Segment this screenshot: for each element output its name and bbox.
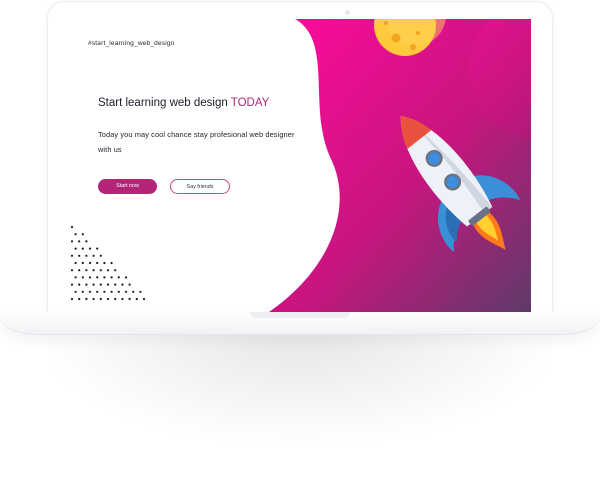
pattern-dot	[103, 276, 106, 279]
pattern-dot	[92, 283, 95, 286]
hashtag-label: #start_learning_web_design	[88, 40, 175, 47]
pattern-dot	[99, 254, 102, 257]
stage: #start_learning_web_design Start learnin…	[0, 0, 600, 485]
hero-background	[70, 19, 531, 312]
pattern-dot	[110, 290, 113, 293]
pattern-dot	[81, 276, 84, 279]
pattern-dot	[114, 283, 117, 286]
dot-pattern	[70, 225, 146, 301]
pattern-dot	[96, 276, 99, 279]
pattern-dot	[70, 254, 74, 257]
page-title: Start learning web design TODAY	[98, 97, 269, 109]
pattern-dot	[121, 297, 124, 301]
pattern-dot	[74, 261, 77, 265]
pattern-dot	[135, 297, 138, 301]
pattern-dot	[81, 247, 84, 250]
pattern-dot	[117, 276, 120, 279]
pattern-dot	[124, 276, 128, 279]
pattern-dot	[128, 283, 131, 286]
pattern-dot	[117, 290, 120, 293]
pattern-dot	[70, 225, 74, 229]
pattern-dot	[88, 276, 92, 279]
pattern-dot	[121, 283, 124, 286]
pattern-dot	[78, 240, 81, 243]
pattern-dot	[78, 297, 81, 301]
pattern-dot	[139, 290, 142, 293]
pattern-dot	[110, 261, 113, 265]
webcam	[345, 10, 350, 15]
pattern-dot	[106, 269, 110, 272]
pattern-dot	[81, 261, 84, 265]
pattern-dot	[88, 261, 92, 265]
pattern-dot	[99, 283, 102, 286]
pattern-dot	[132, 290, 135, 293]
pattern-dot	[106, 283, 110, 286]
pattern-dot	[85, 297, 88, 301]
pattern-dot	[114, 297, 117, 301]
pattern-dot	[85, 269, 88, 272]
pattern-dot	[103, 290, 106, 293]
pattern-dot	[70, 297, 74, 301]
pattern-dot	[85, 283, 88, 286]
headline-text: Start learning web design	[98, 97, 231, 109]
pattern-dot	[74, 247, 77, 250]
pattern-dot	[96, 261, 99, 265]
laptop-screen: #start_learning_web_design Start learnin…	[69, 19, 531, 312]
pattern-dot	[78, 254, 81, 257]
pattern-dot	[85, 254, 88, 257]
pattern-dot	[85, 240, 88, 243]
pattern-dot	[78, 283, 81, 286]
pattern-dot	[74, 233, 77, 236]
pattern-dot	[74, 290, 77, 293]
pattern-dot	[96, 247, 99, 250]
pattern-dot	[99, 269, 102, 272]
pattern-dot	[103, 261, 106, 265]
laptop-shadow	[50, 330, 550, 440]
start-now-button[interactable]: Start now	[98, 179, 157, 194]
pattern-dot	[99, 297, 102, 301]
pattern-dot	[74, 276, 77, 279]
hero-description: Today you may cool chance stay profesion…	[98, 130, 295, 154]
pattern-dot	[78, 269, 81, 272]
laptop-base-notch	[250, 312, 350, 318]
pattern-dot	[88, 247, 92, 250]
pattern-dot	[88, 290, 92, 293]
pattern-dot	[128, 297, 131, 301]
pattern-dot	[92, 254, 95, 257]
pattern-dot	[81, 290, 84, 293]
pattern-dot	[70, 283, 74, 286]
pattern-dot	[110, 276, 113, 279]
pattern-dot	[92, 297, 95, 301]
pattern-dot	[114, 269, 117, 272]
pattern-dot	[124, 290, 128, 293]
pattern-dot	[96, 290, 99, 293]
pattern-dot	[70, 240, 74, 243]
pattern-dot	[70, 269, 74, 272]
pattern-dot	[81, 233, 84, 236]
pattern-dot	[92, 269, 95, 272]
pattern-dot	[142, 297, 146, 301]
pattern-dot	[106, 297, 110, 301]
headline-accent: TODAY	[230, 97, 270, 109]
say-friends-button[interactable]: Say friends	[170, 179, 230, 194]
